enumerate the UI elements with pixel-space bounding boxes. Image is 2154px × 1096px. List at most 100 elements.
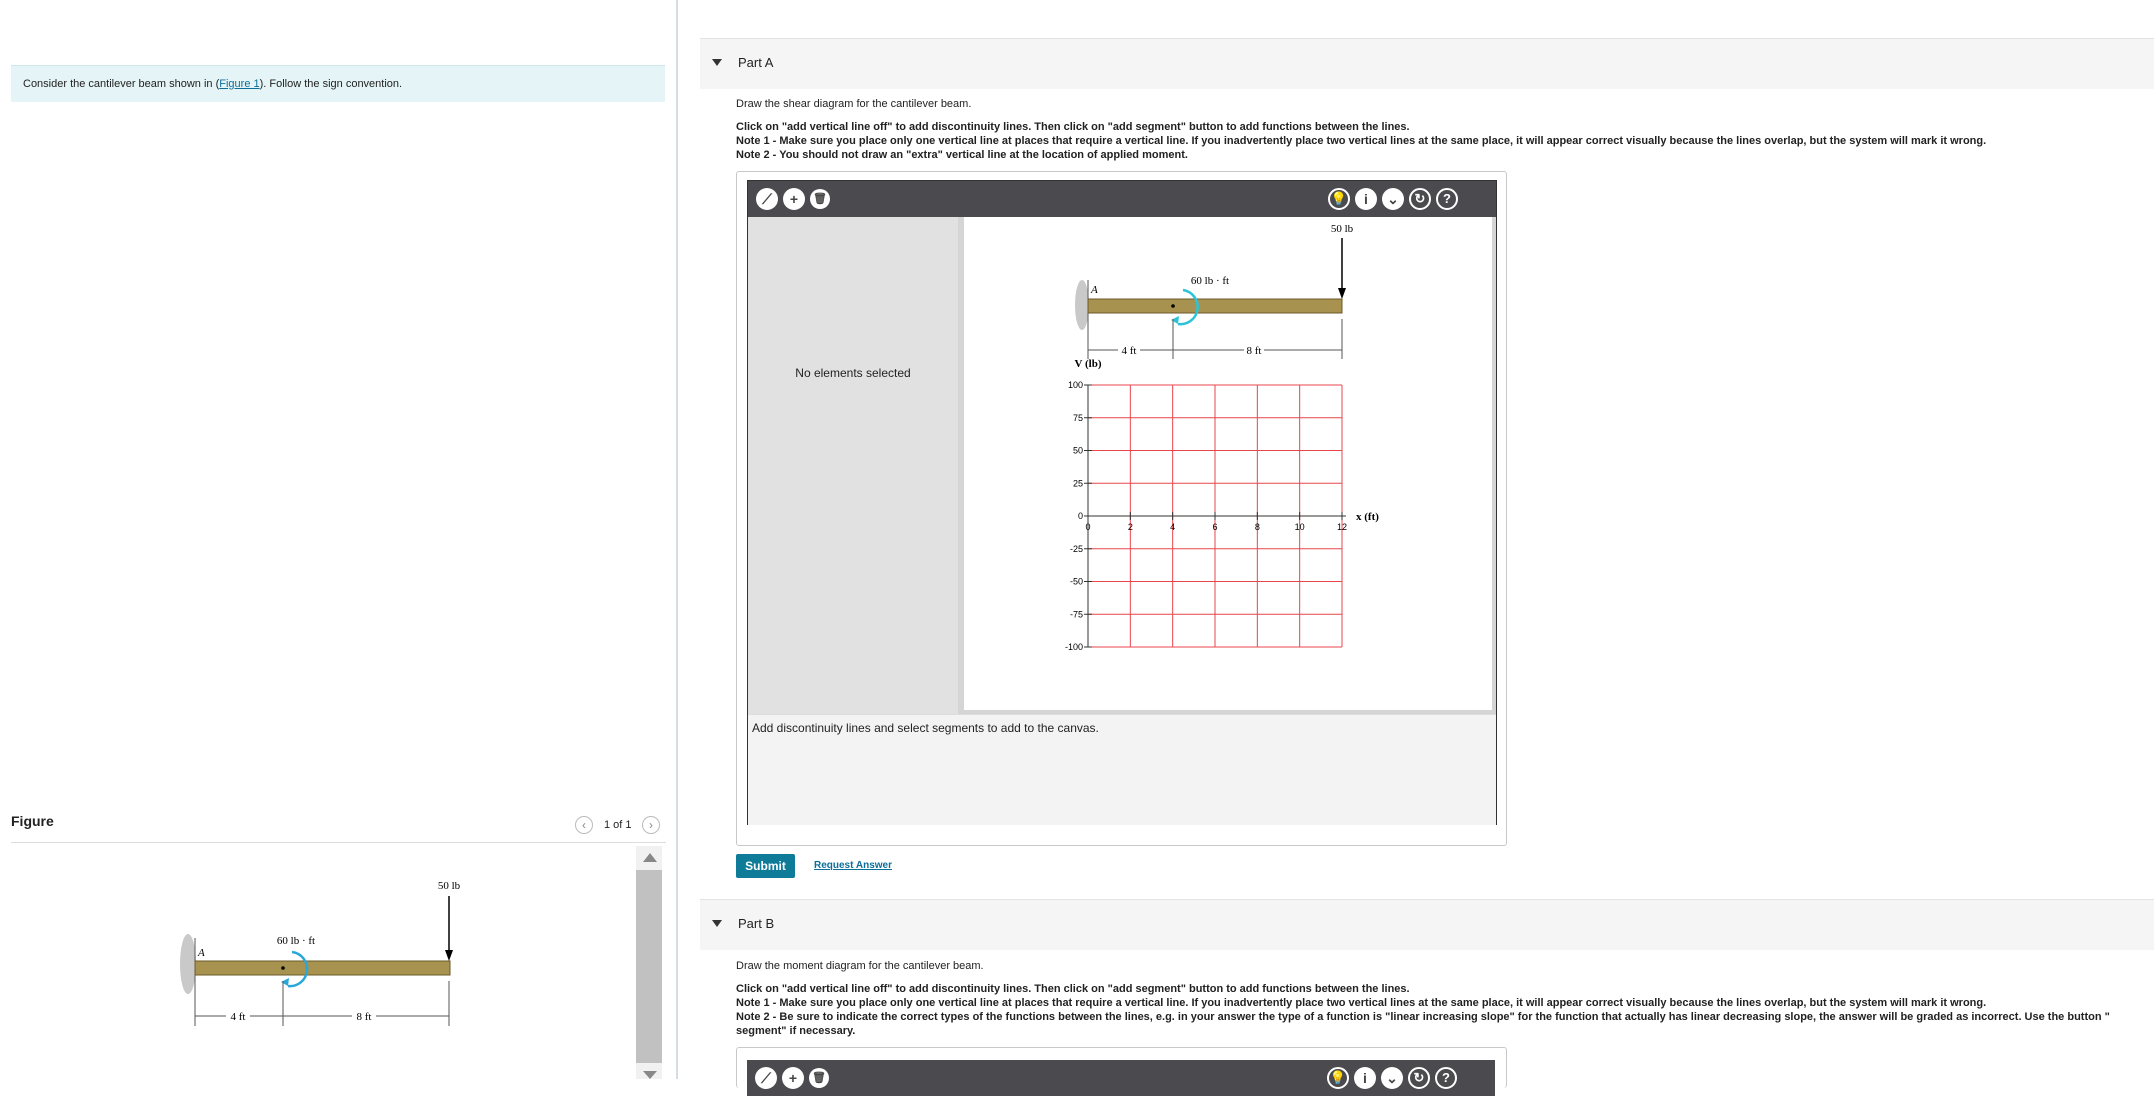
reset-button[interactable]: ↻ [1409,188,1431,210]
help-button[interactable]: ? [1436,188,1458,210]
chevron-down-icon: ⌄ [1387,191,1399,207]
lightbulb-icon: 💡 [1329,1070,1347,1085]
canvas-moment-point [1171,304,1175,308]
canvas-beam: 50 lb A 60 lb · ft 4 ft 8 ft [1075,223,1354,359]
trash-icon: 🗑 [813,193,827,205]
info-button-b[interactable]: i [1354,1067,1376,1089]
part-a-header[interactable]: Part A [700,38,2154,89]
reset-button-b[interactable]: ↻ [1408,1067,1430,1089]
canvas-force-label: 50 lb [1331,223,1354,235]
shear-chart: 100 75 50 25 0 -25 -50 -75 -100 0 2 4 6 8 10 12 V (lb) x … [1065,358,1379,652]
force-arrowhead [445,950,453,961]
x-tick-label: 8 [1255,522,1260,532]
figure-link[interactable]: Figure 1 [219,78,259,90]
previous-figure-button[interactable]: ‹ [575,816,593,834]
part-b-header[interactable]: Part B [700,899,2154,950]
trash-icon: 🗑 [812,1072,826,1084]
figure-title: Figure [11,813,54,829]
collapse-icon[interactable] [712,59,722,66]
canvas-moment-arrowhead [1171,316,1179,324]
part-a-note2: Note 2 - You should not draw an "extra" … [736,149,1188,161]
beam-body [194,960,451,976]
add-segment-button[interactable]: + [783,188,805,210]
figure-scrollbar-thumb[interactable] [636,870,662,1063]
part-a-title: Part A [738,55,774,70]
pane-divider[interactable] [676,0,678,1079]
drawing-toolbar: ⟋ + 🗑 💡 i ⌄ ↻ ? [748,181,1496,217]
chevron-right-icon: › [649,818,653,832]
help-icon: ? [1443,191,1451,206]
support-label: A [197,947,205,959]
drawing-toolbar-b: ⟋ + 🗑 💡 i ⌄ ↻ ? [747,1060,1495,1096]
status-panel: Add discontinuity lines and select segme… [748,714,1496,825]
status-message: Add discontinuity lines and select segme… [752,721,1099,735]
request-answer-link[interactable]: Request Answer [814,860,892,871]
y-tick-label: 100 [1068,380,1083,390]
dropdown-button-b[interactable]: ⌄ [1381,1067,1403,1089]
part-b-note1: Note 1 - Make sure you place only one ve… [736,997,1987,1009]
y-tick-label: 50 [1073,446,1083,456]
part-b-instruction: Draw the moment diagram for the cantilev… [736,960,984,972]
plus-icon: + [789,191,799,207]
y-tick-label: -50 [1070,577,1083,587]
y-axis-label: V (lb) [1075,358,1102,370]
plus-icon: + [788,1070,798,1086]
x-tick-label: 0 [1085,522,1090,532]
canvas-svg: 50 lb A 60 lb · ft 4 ft 8 ft 1007550250-… [1065,223,1379,652]
intro-text-end: ). Follow the sign convention. [259,78,403,90]
x-tick-label: 6 [1212,522,1217,532]
scroll-down-icon[interactable] [643,1071,657,1079]
delete-button[interactable]: 🗑 [810,189,830,209]
part-a-line1: Click on "add vertical line off" to add … [736,121,1410,133]
canvas-support-label: A [1090,284,1098,296]
reset-icon: ↻ [1414,191,1426,206]
lightbulb-icon: 💡 [1330,191,1348,206]
y-tick-label: -75 [1070,609,1083,619]
part-b-note2: Note 2 - Be sure to indicate the correct… [736,1011,2110,1023]
y-tick-label: 0 [1078,511,1083,521]
x-tick-label: 4 [1170,522,1175,532]
add-vertical-line-button[interactable]: ⟋ [756,188,778,210]
info-icon: i [1363,1070,1367,1086]
problem-pane: Consider the cantilever beam shown in (F… [0,0,676,1079]
part-b-title: Part B [738,916,775,931]
scroll-up-icon[interactable] [643,853,657,862]
x-axis-label: x (ft) [1356,511,1379,523]
submit-button[interactable]: Submit [736,854,795,878]
dropdown-button[interactable]: ⌄ [1382,188,1404,210]
chevron-down-icon: ⌄ [1386,1070,1398,1086]
tool-inner: ⟋ + 🗑 💡 i ⌄ ↻ ? No elements selected 50 … [747,180,1497,825]
figure-pager: 1 of 1 [604,819,632,831]
dim-label-2: 8 ft [357,1011,372,1023]
help-button-b[interactable]: ? [1435,1067,1457,1089]
properties-panel: No elements selected [748,217,958,714]
canvas-force-arrowhead [1338,288,1346,299]
reset-icon: ↻ [1413,1070,1425,1085]
problem-statement: Consider the cantilever beam shown in (F… [11,65,665,102]
moment-diagram-tool: ⟋ + 🗑 💡 i ⌄ ↻ ? [736,1047,1507,1096]
chevron-left-icon: ‹ [582,818,586,832]
hint-button-b[interactable]: 💡 [1327,1067,1349,1089]
x-tick-label: 2 [1128,522,1133,532]
hint-button[interactable]: 💡 [1328,188,1350,210]
collapse-icon[interactable] [712,920,722,927]
info-button[interactable]: i [1355,188,1377,210]
canvas-dim-label-1: 4 ft [1122,345,1137,357]
x-tick-label: 10 [1295,522,1305,532]
beam-figure: A 60 lb · ft 50 lb 4 ft 8 ft [180,880,461,1026]
y-tick-label: -100 [1065,642,1083,652]
add-segment-button-b[interactable]: + [782,1067,804,1089]
help-icon: ? [1442,1070,1450,1085]
add-vertical-line-button-b[interactable]: ⟋ [755,1067,777,1089]
vertical-line-icon: ⟋ [761,1070,771,1086]
part-b-note2-cont: segment" if necessary. [736,1025,856,1037]
part-a-instruction: Draw the shear diagram for the cantileve… [736,98,972,110]
drawing-canvas[interactable]: 50 lb A 60 lb · ft 4 ft 8 ft 100 75 50 2… [958,217,1496,714]
y-tick-label: 75 [1073,413,1083,423]
delete-button-b[interactable]: 🗑 [809,1068,829,1088]
moment-point [281,966,285,970]
next-figure-button[interactable]: › [642,816,660,834]
part-b-line1: Click on "add vertical line off" to add … [736,983,1410,995]
intro-text: Consider the cantilever beam shown in ( [23,78,220,90]
shear-diagram-tool: ⟋ + 🗑 💡 i ⌄ ↻ ? No elements selected 50 … [736,171,1507,846]
